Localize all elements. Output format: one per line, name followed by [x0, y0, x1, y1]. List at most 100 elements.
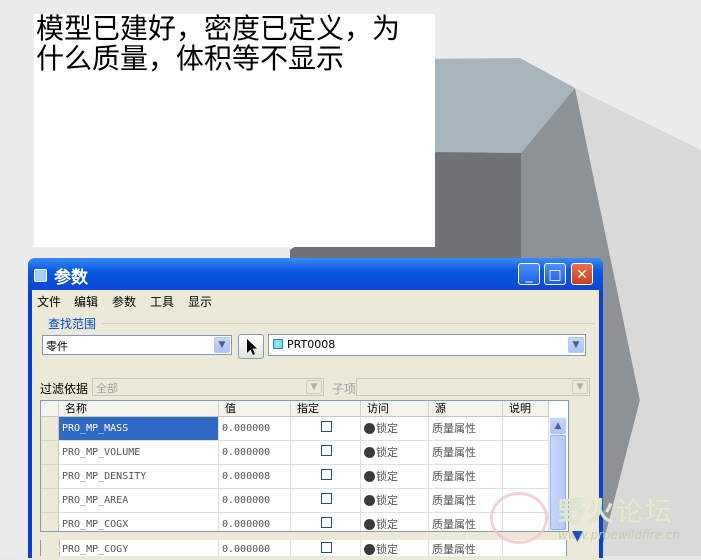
designated-checkbox[interactable] [321, 493, 332, 504]
filter-value: 全部 [96, 382, 118, 395]
lock-icon [364, 446, 375, 458]
menu-parameters[interactable]: 参数 [112, 293, 136, 310]
row-header[interactable] [41, 441, 59, 465]
object-type-select[interactable]: 零件 ▼ [42, 335, 232, 355]
param-source: 质量属性 [429, 417, 503, 441]
access-cell: 锁定 [361, 441, 429, 465]
access-cell: 锁定 [361, 489, 429, 513]
scroll-down-icon[interactable]: ▼ [572, 528, 583, 544]
sub-item-select[interactable]: ▼ [356, 378, 590, 396]
row-header[interactable] [41, 540, 60, 556]
object-select[interactable]: PRT0008 ▼ [268, 334, 586, 356]
column-header-access[interactable]: 访问 [361, 401, 429, 417]
menu-file[interactable]: 文件 [37, 293, 61, 310]
access-cell: 锁定 [361, 465, 429, 489]
access-value: 锁定 [376, 446, 398, 459]
designated-checkbox[interactable] [321, 542, 332, 553]
designated-checkbox[interactable] [321, 445, 332, 456]
title-bar[interactable]: 参数 _ □ ✕ [28, 258, 603, 290]
param-value[interactable]: 0.000000 [219, 441, 291, 465]
param-source: 质量属性 [429, 465, 503, 489]
designated-cell [291, 417, 361, 441]
access-cell: 锁定 [361, 513, 429, 531]
butterfly-logo-icon [490, 492, 548, 544]
param-value[interactable]: 0.000000 [219, 540, 291, 556]
window-title: 参数 [54, 268, 88, 288]
param-name[interactable]: PRO_MP_COGY [59, 540, 219, 556]
lock-icon [364, 543, 375, 555]
close-button[interactable]: ✕ [571, 263, 593, 285]
object-value: PRT0008 [287, 338, 336, 351]
chevron-down-icon[interactable]: ▼ [306, 380, 322, 394]
column-header-source[interactable]: 源 [429, 401, 503, 417]
scope-group-divider [102, 323, 594, 324]
designated-cell [291, 441, 361, 465]
access-value: 锁定 [376, 422, 398, 435]
maximize-button[interactable]: □ [544, 263, 566, 285]
scope-group-label: 查找范围 [48, 317, 97, 331]
chevron-down-icon[interactable]: ▼ [568, 337, 584, 353]
chevron-down-icon[interactable]: ▼ [214, 337, 230, 353]
object-type-value: 零件 [46, 340, 68, 353]
minimize-button[interactable]: _ [518, 263, 540, 285]
lock-icon [364, 518, 375, 530]
lock-icon [364, 494, 375, 506]
param-name[interactable]: PRO_MP_DENSITY [59, 465, 219, 489]
param-description[interactable] [503, 441, 549, 465]
table-row-partial: PRO_MP_COGY 0.000000 锁定 质量属性 [40, 540, 567, 556]
arrow-pointer-icon [247, 339, 257, 355]
question-text: 模型已建好，密度已定义，为 什么质量，体积等不显示 [36, 14, 434, 74]
access-value: 锁定 [376, 470, 398, 483]
access-cell: 锁定 [361, 417, 429, 441]
question-line-2: 什么质量，体积等不显示 [36, 42, 345, 75]
chevron-down-icon[interactable]: ▼ [572, 380, 588, 394]
menu-display[interactable]: 显示 [188, 293, 212, 310]
lock-icon [364, 470, 375, 482]
param-name[interactable]: PRO_MP_AREA [59, 489, 219, 513]
param-source: 质量属性 [429, 441, 503, 465]
param-name[interactable]: PRO_MP_COGX [59, 513, 219, 531]
param-name[interactable]: PRO_MP_VOLUME [59, 441, 219, 465]
question-line-1: 模型已建好，密度已定义，为 [36, 12, 401, 45]
param-value[interactable]: 0.000000 [219, 417, 291, 441]
access-value: 锁定 [376, 494, 398, 507]
designated-cell [291, 489, 361, 513]
column-header-value[interactable]: 值 [219, 401, 291, 417]
designated-checkbox[interactable] [321, 421, 332, 432]
window-icon [34, 269, 47, 282]
lock-icon [364, 422, 375, 434]
row-header[interactable] [41, 513, 59, 531]
part-icon [273, 339, 283, 349]
designated-checkbox[interactable] [321, 469, 332, 480]
row-header[interactable] [41, 417, 59, 441]
forum-watermark: 野火论坛 www.proewildfire.cn [490, 490, 701, 556]
column-header-description[interactable]: 说明 [503, 401, 549, 417]
sub-item-label: 子项 [332, 382, 357, 396]
designated-cell [291, 513, 361, 531]
param-value[interactable]: 0.000008 [219, 465, 291, 489]
menu-edit[interactable]: 编辑 [74, 293, 98, 310]
corner-header [41, 401, 59, 417]
access-value: 锁定 [376, 518, 398, 531]
param-description[interactable] [503, 417, 549, 441]
pick-object-button[interactable] [238, 334, 264, 359]
filter-select[interactable]: 全部 ▼ [92, 378, 324, 396]
watermark-text: 野火论坛 [558, 497, 674, 528]
designated-cell [291, 540, 361, 556]
designated-checkbox[interactable] [321, 517, 332, 528]
menu-tools[interactable]: 工具 [150, 293, 174, 310]
filter-label: 过滤依据 [40, 382, 89, 396]
access-value: 锁定 [376, 543, 398, 556]
param-name[interactable]: PRO_MP_MASS [59, 417, 219, 441]
scroll-up-icon[interactable]: ▲ [550, 418, 566, 434]
param-value[interactable]: 0.000000 [219, 489, 291, 513]
column-header-designated[interactable]: 指定 [291, 401, 361, 417]
column-header-name[interactable]: 名称 [59, 401, 219, 417]
row-header[interactable] [41, 489, 59, 513]
access-cell: 锁定 [361, 540, 429, 556]
designated-cell [291, 465, 361, 489]
param-description[interactable] [503, 465, 549, 489]
row-header[interactable] [41, 465, 59, 489]
param-value[interactable]: 0.000000 [219, 513, 291, 531]
menu-bar: 文件 编辑 参数 工具 显示 [32, 290, 599, 312]
